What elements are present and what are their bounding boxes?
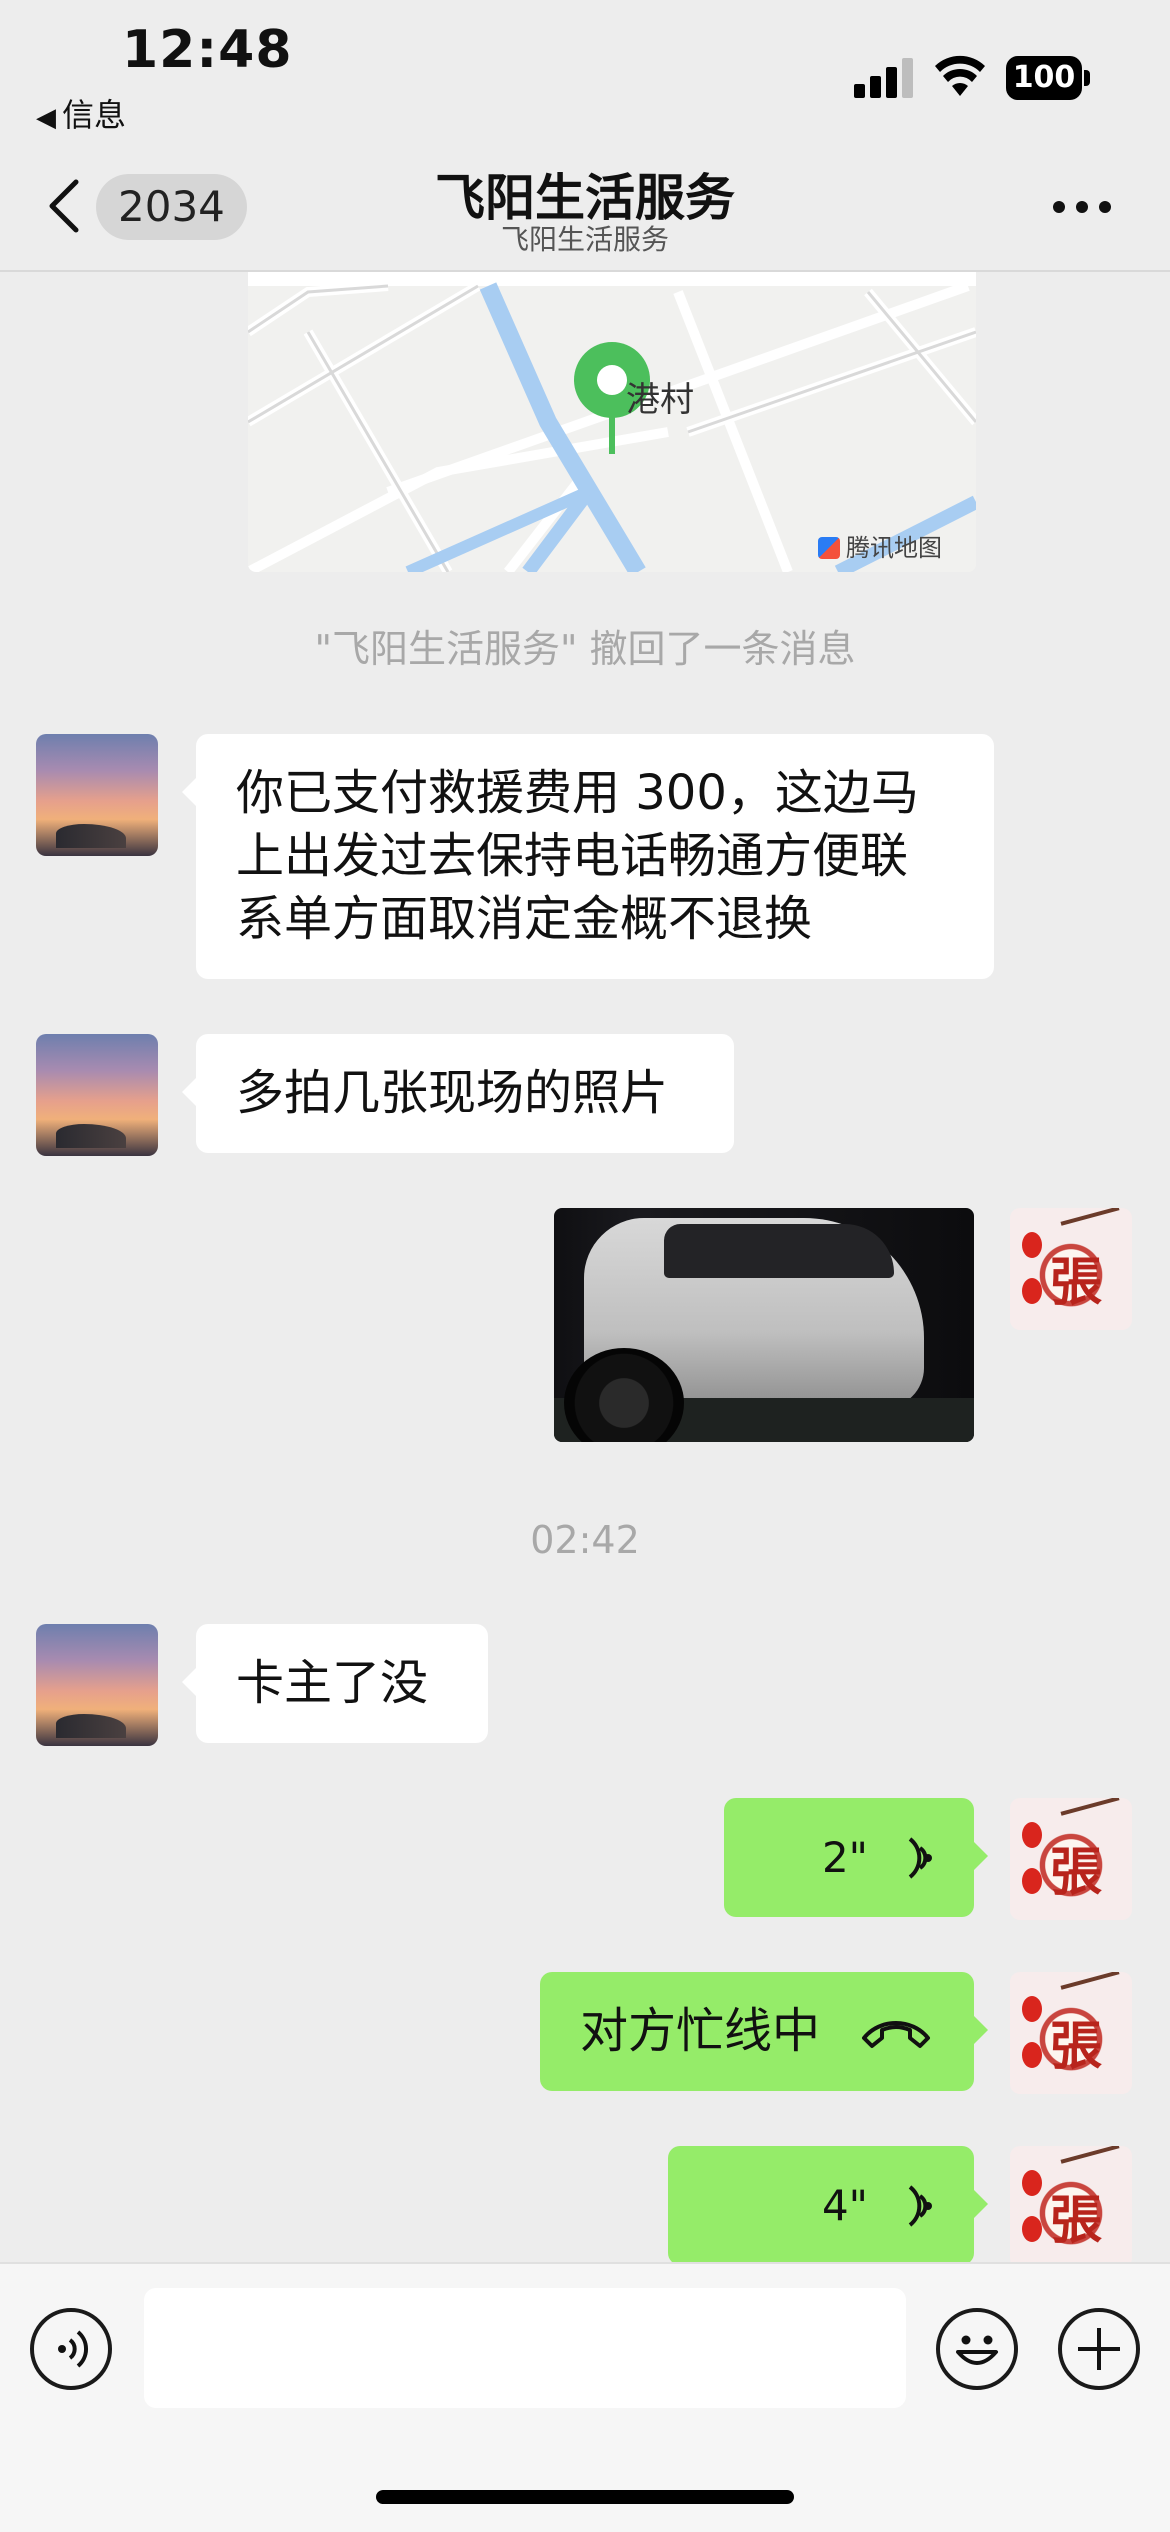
avatar-glyph: 張 — [1050, 2016, 1103, 2077]
tencent-map-logo-icon — [818, 537, 840, 559]
sent-photo[interactable] — [554, 1208, 974, 1442]
recall-notice: "飞阳生活服务" 撤回了一条消息 — [314, 627, 856, 671]
my-avatar[interactable]: 張 — [1010, 1972, 1132, 2094]
timestamp-separator: 02:42 — [530, 1518, 640, 1562]
avatar-lantern — [1022, 2170, 1042, 2196]
voice-duration: 4" — [821, 2181, 868, 2230]
contact-avatar[interactable] — [36, 1624, 158, 1746]
map-place-label: 港村 — [626, 380, 694, 420]
voice-wave-icon — [908, 2184, 932, 2227]
message-text: 你已支付救援费用 300，这边马上出发过去保持电话畅通方便联系单方面取消定金概不… — [236, 765, 919, 947]
my-avatar[interactable]: 張 — [1010, 2146, 1132, 2262]
call-row: 对方忙线中 — [580, 2000, 934, 2063]
avatar-lantern — [1022, 1868, 1042, 1894]
status-back-to-app[interactable]: ◀ 信息 — [36, 90, 126, 136]
my-avatar[interactable]: 張 — [1010, 1798, 1132, 1920]
call-status-bubble[interactable]: 对方忙线中 — [540, 1972, 988, 2091]
avatar-lantern — [1022, 1822, 1042, 1848]
avatar-glyph: 張 — [1050, 1252, 1103, 1313]
call-status-text: 对方忙线中 — [580, 2003, 821, 2059]
avatar-branch — [1060, 1798, 1120, 1816]
emoji-icon — [956, 2335, 998, 2365]
message-bubble-incoming[interactable]: 你已支付救援费用 300，这边马上出发过去保持电话畅通方便联系单方面取消定金概不… — [182, 734, 994, 979]
voice-input-icon — [58, 2330, 89, 2368]
voice-wave-icon — [908, 1836, 932, 1879]
chat-subtitle: 飞阳生活服务 — [500, 223, 669, 256]
avatar-lantern — [1022, 1996, 1042, 2022]
battery-tip — [1084, 70, 1090, 86]
home-indicator[interactable] — [376, 2490, 794, 2504]
back-triangle-icon: ◀ — [36, 103, 56, 133]
chat-header: 2034 飞阳生活服务 飞阳生活服务 — [0, 150, 1170, 272]
voice-duration: 2" — [821, 1833, 868, 1882]
map-provider-label: 腾讯地图 — [846, 534, 942, 562]
voice-message-bubble[interactable]: 4" — [668, 2146, 988, 2262]
photo-car-window — [664, 1224, 894, 1278]
cellular-signal-icon — [854, 58, 913, 98]
map-image — [248, 272, 976, 572]
status-back-label: 信息 — [62, 96, 127, 134]
battery-icon: 100 — [1006, 56, 1090, 100]
hang-up-phone-icon — [862, 2020, 931, 2048]
avatar-lantern — [1022, 1278, 1042, 1304]
contact-avatar[interactable] — [36, 734, 158, 856]
emoji-button[interactable] — [936, 2308, 1018, 2390]
location-map-card[interactable]: 港村 腾讯地图 — [248, 272, 976, 572]
avatar-glyph: 張 — [1050, 1842, 1103, 1903]
avatar-glyph: 張 — [1050, 2190, 1103, 2251]
contact-avatar[interactable] — [36, 1034, 158, 1156]
avatar-lantern — [1022, 2042, 1042, 2068]
my-avatar[interactable]: 張 — [1010, 1208, 1132, 1330]
voice-row: 2" — [764, 1826, 934, 1889]
voice-input-button[interactable] — [30, 2308, 112, 2390]
battery-level: 100 — [1006, 56, 1082, 100]
more-options-icon[interactable] — [1052, 200, 1112, 214]
input-bar — [0, 2262, 1170, 2532]
voice-row: 4" — [708, 2174, 934, 2237]
status-bar: 12:48 ◀ 信息 100 — [0, 0, 1170, 150]
avatar-branch — [1060, 2146, 1120, 2164]
map-provider-logo: 腾讯地图 — [818, 528, 942, 563]
voice-message-bubble[interactable]: 2" — [724, 1798, 988, 1917]
avatar-branch — [1060, 1208, 1120, 1226]
wifi-icon — [935, 55, 985, 96]
message-input[interactable] — [144, 2288, 906, 2408]
message-text: 卡主了没 — [236, 1655, 429, 1711]
more-functions-button[interactable] — [1058, 2308, 1140, 2390]
message-bubble-incoming[interactable]: 多拍几张现场的照片 — [182, 1034, 734, 1153]
chat-messages[interactable]: 港村 腾讯地图 "飞阳生活服务" 撤回了一条消息 你已支付救援费用 300，这边… — [0, 272, 1170, 2262]
message-text: 多拍几张现场的照片 — [236, 1065, 669, 1121]
avatar-branch — [1060, 1972, 1120, 1990]
plus-icon — [1078, 2328, 1120, 2370]
avatar-lantern — [1022, 2216, 1042, 2242]
status-time: 12:48 — [122, 20, 293, 80]
avatar-lantern — [1022, 1232, 1042, 1258]
message-bubble-incoming[interactable]: 卡主了没 — [182, 1624, 488, 1743]
